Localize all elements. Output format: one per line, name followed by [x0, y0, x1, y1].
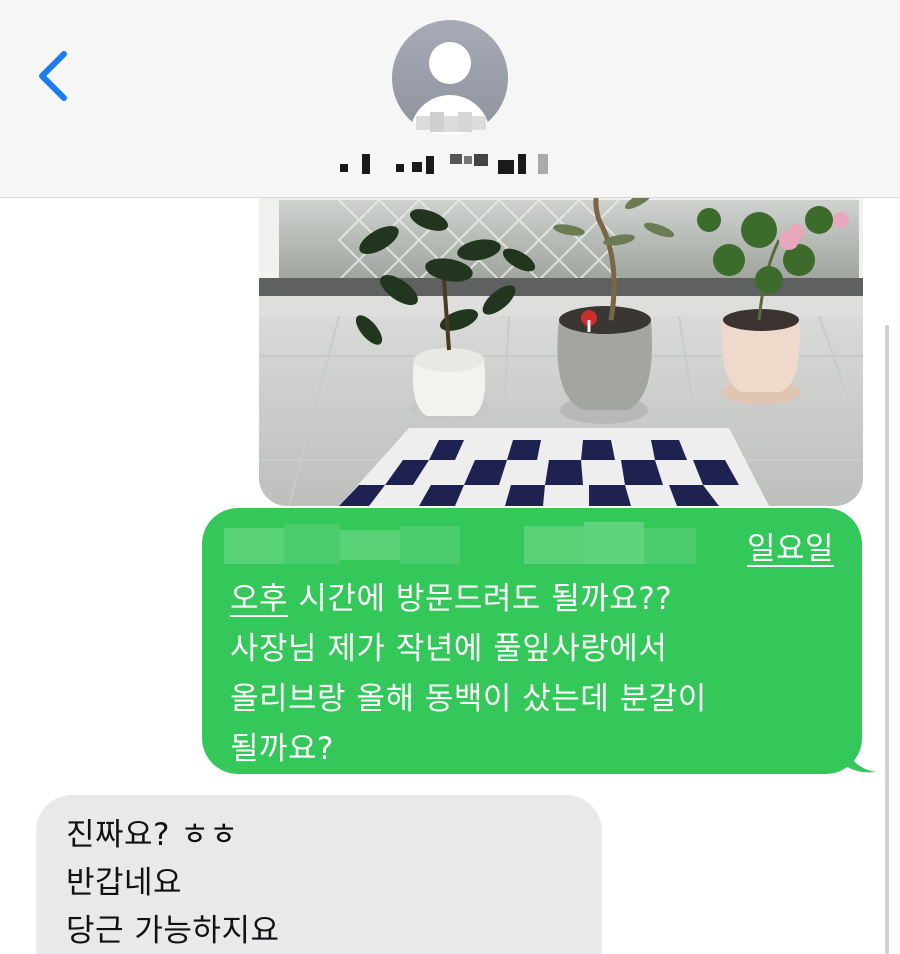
photo-attachment[interactable] — [259, 160, 863, 506]
back-button[interactable] — [30, 44, 80, 108]
message-thread-screen: 일요일 오후 시간에 방문드려도 될까요?? 사장님 제가 작년에 풀잎사랑에서… — [0, 0, 900, 954]
person-silhouette-icon — [429, 42, 471, 84]
outgoing-message-bubble[interactable]: 일요일 오후 시간에 방문드려도 될까요?? 사장님 제가 작년에 풀잎사랑에서… — [202, 508, 876, 774]
conversation-header — [0, 0, 900, 198]
incoming-message-text: 진짜요? ㅎㅎ 반갑네요 당근 가능하지요 — [66, 817, 280, 949]
redacted-avatar-label — [416, 112, 486, 134]
incoming-message-bubble[interactable]: 진짜요? ㅎㅎ 반갑네요 당근 가능하지요 — [36, 795, 602, 954]
scroll-indicator[interactable] — [885, 325, 889, 954]
contact-name-redacted[interactable] — [340, 152, 580, 176]
time-link[interactable]: 오후 — [230, 581, 288, 617]
date-link[interactable]: 일요일 — [747, 531, 834, 567]
chevron-left-icon — [39, 51, 67, 101]
outgoing-message-text: 일요일 오후 시간에 방문드려도 될까요?? 사장님 제가 작년에 풀잎사랑에서… — [230, 531, 834, 767]
bubble-tail — [846, 746, 876, 773]
